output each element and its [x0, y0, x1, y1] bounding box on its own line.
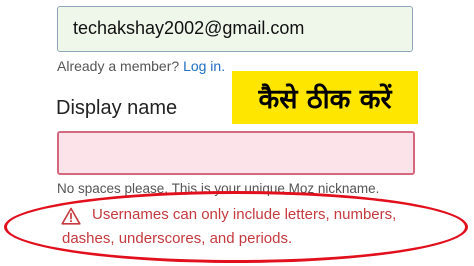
member-prompt-text: Already a member? — [57, 58, 180, 74]
warning-triangle-icon — [61, 207, 81, 225]
email-value: techakshay2002@gmail.com — [73, 18, 305, 38]
error-message-line-1: Usernames can only include letters, numb… — [92, 206, 397, 223]
display-name-label: Display name — [56, 97, 178, 119]
display-name-input[interactable] — [57, 131, 415, 175]
signup-form-page: techakshay2002@gmail.com Already a membe… — [0, 0, 474, 266]
overlay-banner-text: कैसे ठीक करें — [258, 84, 392, 115]
email-field[interactable]: techakshay2002@gmail.com — [57, 6, 413, 52]
highlight-oval — [4, 191, 468, 263]
overlay-banner: कैसे ठीक करें — [232, 71, 418, 124]
error-message-line-2: dashes, underscores, and periods. — [62, 230, 293, 247]
login-link[interactable]: Log in. — [183, 58, 225, 74]
member-prompt: Already a member? Log in. — [57, 58, 225, 74]
